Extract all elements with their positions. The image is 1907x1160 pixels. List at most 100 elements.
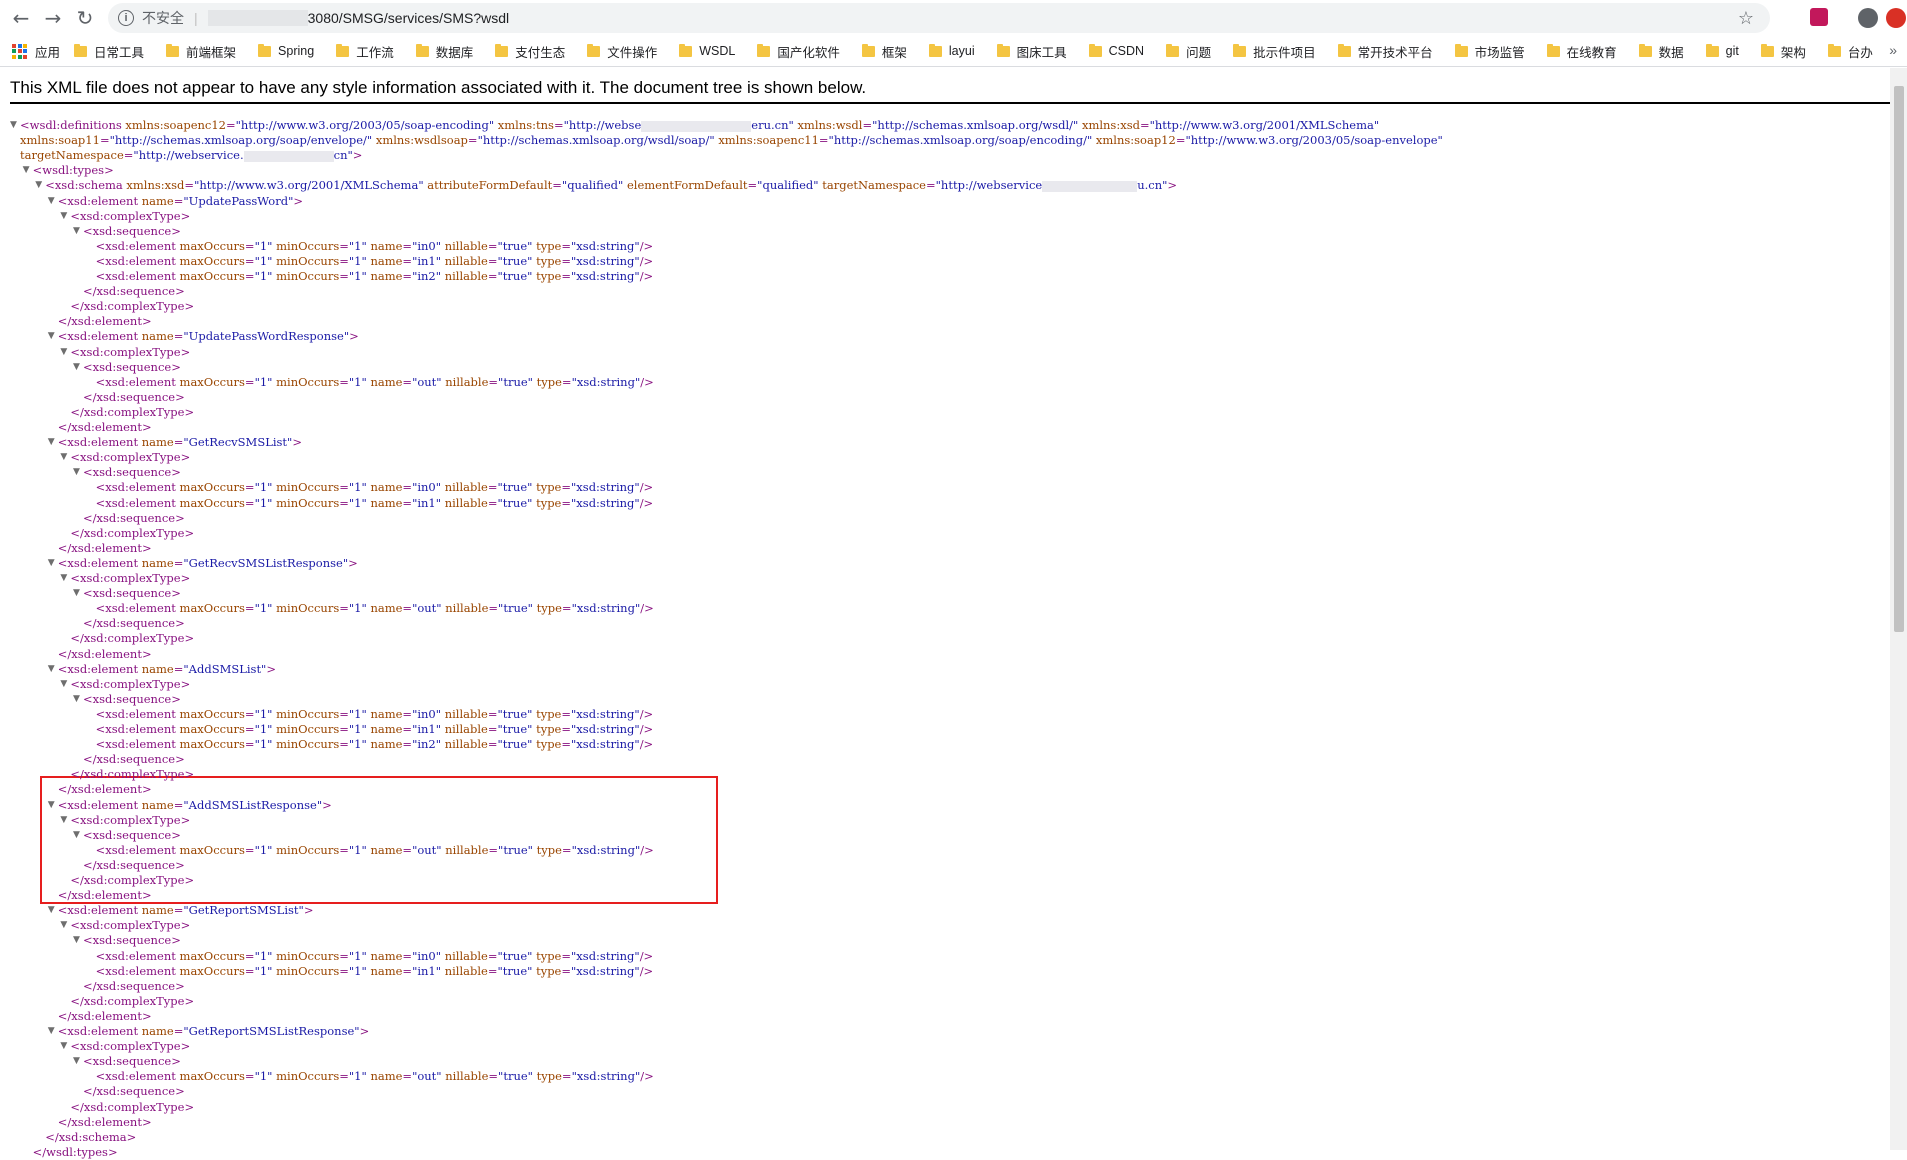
collapse-toggle-icon[interactable]: ▼	[48, 331, 55, 341]
bookmark-item[interactable]: 日常工具	[74, 42, 144, 61]
collapse-toggle-icon[interactable]: ▼	[60, 1041, 67, 1051]
bookmark-label: Spring	[278, 44, 315, 58]
collapse-toggle-icon[interactable]: ▼	[35, 180, 42, 190]
bookmark-label: layui	[948, 44, 975, 58]
bookmark-item[interactable]: WSDL	[679, 43, 735, 58]
folder-icon	[1705, 43, 1719, 57]
forward-button[interactable]: →	[40, 5, 66, 31]
xsd-sequence-open: <xsd:sequence>	[83, 223, 181, 238]
xsd-element-open: <xsd:element name="UpdatePassWord">	[57, 193, 303, 208]
xsd-field-element: <xsd:element maxOccurs="1" minOccurs="1"…	[95, 737, 654, 752]
collapse-toggle-icon[interactable]: ▼	[48, 196, 55, 206]
collapse-toggle-icon[interactable]: ▼	[48, 905, 55, 915]
bookmark-item[interactable]: 文件操作	[587, 42, 657, 61]
wsdl-definitions-attrs: targetNamespace="http://webservice. cn">	[20, 148, 363, 163]
xsd-element-open: <xsd:element name="AddSMSList">	[57, 661, 276, 676]
bookmark-item[interactable]: 问题	[1166, 42, 1211, 61]
collapse-toggle-icon[interactable]: ▼	[60, 452, 67, 462]
bookmark-item[interactable]: 常开技术平台	[1337, 42, 1433, 61]
bookmark-item[interactable]: 批示件项目	[1233, 42, 1316, 61]
apps-shortcut[interactable]: 应用	[12, 42, 60, 61]
collapse-toggle-icon[interactable]: ▼	[73, 1056, 80, 1066]
collapse-toggle-icon[interactable]: ▼	[60, 347, 67, 357]
collapse-toggle-icon[interactable]: ▼	[73, 694, 80, 704]
reload-icon: ↻	[76, 6, 94, 30]
collapse-toggle-icon[interactable]: ▼	[73, 467, 80, 477]
collapse-toggle-icon[interactable]: ▼	[73, 226, 80, 236]
profile-avatar-icon[interactable]	[1858, 8, 1878, 28]
collapse-toggle-icon[interactable]: ▼	[48, 800, 55, 810]
xsd-sequence-close: </xsd:sequence>	[83, 284, 185, 299]
bookmark-item[interactable]: Spring	[258, 43, 315, 58]
xsd-field-element: <xsd:element maxOccurs="1" minOccurs="1"…	[95, 495, 654, 510]
bookmark-label: 框架	[881, 45, 907, 60]
folder-icon	[861, 43, 875, 57]
collapse-toggle-icon[interactable]: ▼	[48, 558, 55, 568]
collapse-toggle-icon[interactable]: ▼	[60, 920, 67, 930]
collapse-toggle-icon[interactable]: ▼	[73, 362, 80, 372]
bookmark-item[interactable]: 台办	[1827, 42, 1873, 61]
back-button[interactable]: ←	[8, 5, 34, 31]
bookmark-item[interactable]: 数据库	[415, 42, 473, 61]
bookmark-item[interactable]: 市场监管	[1454, 42, 1525, 61]
bookmark-item[interactable]: 支付生态	[495, 42, 565, 61]
collapse-toggle-icon[interactable]: ▼	[73, 588, 80, 598]
xml-style-notice: This XML file does not appear to have an…	[10, 78, 1898, 104]
address-bar[interactable]: i 不安全 | 3080/SMSG/services/SMS?wsdl ☆	[108, 3, 1770, 33]
xsd-complextype-open: <xsd:complexType>	[70, 344, 191, 359]
xsd-field-element: <xsd:element maxOccurs="1" minOccurs="1"…	[95, 706, 654, 721]
collapse-toggle-icon[interactable]: ▼	[23, 165, 30, 175]
bookmark-item[interactable]: 图床工具	[996, 42, 1067, 61]
bookmark-item[interactable]: 工作流	[336, 42, 394, 61]
bookmark-item[interactable]: 架构	[1760, 42, 1806, 61]
bookmark-label: 在线教育	[1566, 45, 1617, 60]
xsd-complextype-open: <xsd:complexType>	[70, 676, 191, 691]
bookmark-item[interactable]: 前端框架	[166, 42, 236, 61]
collapse-toggle-icon[interactable]: ▼	[10, 120, 17, 130]
folder-icon	[1088, 43, 1102, 57]
folder-icon	[74, 43, 88, 57]
vertical-scrollbar[interactable]	[1890, 68, 1907, 1150]
extension-red-icon[interactable]	[1886, 8, 1906, 28]
bookmark-item[interactable]: 数据	[1638, 42, 1684, 61]
xsd-complextype-close: </xsd:complexType>	[70, 299, 195, 314]
bookmarks-bar: 应用 日常工具 前端框架 Spring 工作流 数据库 支付生态 文件操作 WSDL 国产化软件…	[0, 36, 1907, 67]
bookmark-item[interactable]: 在线教育	[1546, 42, 1617, 61]
collapse-toggle-icon[interactable]: ▼	[60, 573, 67, 583]
xsd-schema-open: <xsd:schema xmlns:xsd="http://www.w3.org…	[45, 178, 1178, 193]
collapse-toggle-icon[interactable]: ▼	[73, 935, 80, 945]
xsd-element-open: <xsd:element name="GetReportSMSListRespo…	[57, 1024, 370, 1038]
collapse-toggle-icon[interactable]: ▼	[73, 830, 80, 840]
folder-icon	[587, 43, 601, 57]
collapse-toggle-icon[interactable]: ▼	[60, 679, 67, 689]
xsd-element-close: </xsd:element>	[57, 1008, 152, 1023]
collapse-toggle-icon[interactable]: ▼	[60, 815, 67, 825]
folder-icon	[1760, 43, 1774, 57]
xsd-field-element: <xsd:element maxOccurs="1" minOccurs="1"…	[95, 238, 654, 253]
more-bookmarks-button[interactable]: »	[1889, 42, 1897, 58]
collapse-toggle-icon[interactable]: ▼	[48, 437, 55, 447]
xsd-complextype-close: </xsd:complexType>	[70, 404, 195, 419]
bookmark-star-icon[interactable]: ☆	[1738, 8, 1754, 29]
info-icon[interactable]: i	[118, 10, 134, 26]
folder-icon	[996, 43, 1010, 57]
xsd-complextype-open: <xsd:complexType>	[70, 1039, 191, 1054]
extension-icon[interactable]	[1810, 8, 1828, 26]
collapse-toggle-icon[interactable]: ▼	[48, 664, 55, 674]
bookmark-item[interactable]: layui	[928, 43, 975, 58]
collapse-toggle-icon[interactable]: ▼	[60, 211, 67, 221]
wsdl-definitions-attrs: xmlns:soap11="http://schemas.xmlsoap.org…	[20, 133, 1443, 148]
xsd-sequence-close: </xsd:sequence>	[83, 616, 185, 631]
scrollbar-thumb[interactable]	[1894, 86, 1904, 632]
bookmark-item[interactable]: 国产化软件	[757, 42, 840, 61]
bookmark-label: 问题	[1186, 45, 1212, 60]
reload-button[interactable]: ↻	[72, 5, 98, 31]
wsdl-types-open: <wsdl:types>	[32, 163, 114, 178]
collapse-toggle-icon[interactable]: ▼	[48, 1026, 55, 1036]
bookmark-item[interactable]: git	[1705, 43, 1739, 58]
bookmark-item[interactable]: 框架	[861, 42, 907, 61]
xsd-complextype-close: </xsd:complexType>	[70, 631, 195, 646]
bookmark-item[interactable]: CSDN	[1088, 43, 1144, 58]
xsd-sequence-close: </xsd:sequence>	[83, 389, 185, 404]
xsd-sequence-open: <xsd:sequence>	[83, 465, 181, 480]
